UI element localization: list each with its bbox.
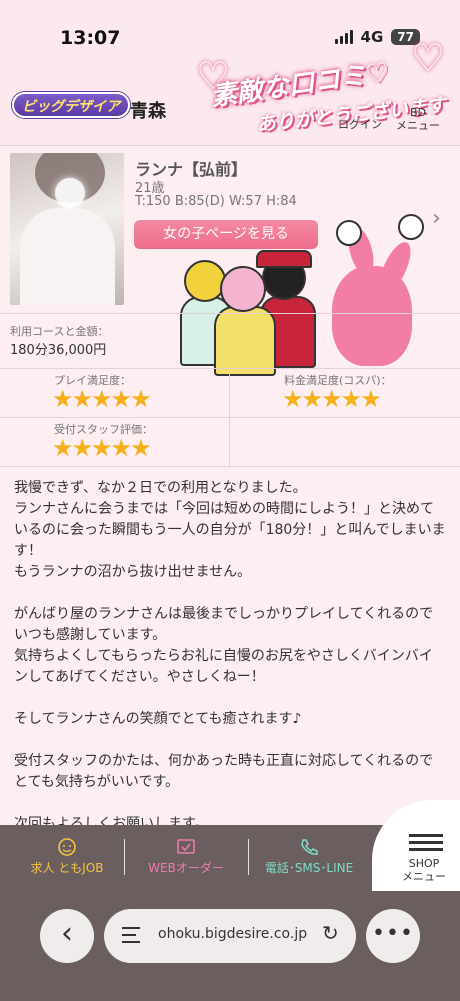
hamburger-icon [409, 834, 443, 855]
star-icons: ★★★★★ [282, 385, 382, 413]
heart-icon: ♡ [411, 36, 446, 80]
web-order-label: WEBオーダー [148, 861, 224, 875]
url-text: ohoku.bigdesire.co.jp [158, 926, 308, 942]
order-icon [177, 839, 195, 854]
region-label: 青森 [130, 101, 166, 122]
login-link[interactable]: ログイン [338, 116, 382, 132]
site-logo[interactable]: ビッグデザイア [12, 92, 130, 118]
phone-icon [301, 839, 318, 855]
status-time: 13:07 [60, 27, 121, 49]
reload-icon[interactable]: ↻ [322, 921, 339, 945]
page-icon [122, 927, 140, 943]
divider [0, 313, 460, 314]
course-label: 利用コースと金額： [10, 325, 109, 338]
more-button[interactable]: ••• [366, 909, 420, 963]
rating-staff: 受付スタッフ評価： ★★★★★ [0, 417, 230, 466]
contact-button[interactable]: 電話･SMS･LINE [254, 833, 364, 883]
web-order-button[interactable]: WEBオーダー [134, 833, 238, 883]
face-icon [58, 838, 76, 856]
star-icons: ★★★★★ [52, 385, 152, 413]
job-label: 求人 ともJOB [30, 861, 104, 875]
review-text: 我慢できず、なか２日での利用となりました。 ランナさんに会うまでは「今回は短めの… [14, 480, 446, 832]
review-card: ランナ【弘前】 21歳 T:150 B:85(D) W:57 H:84 女の子ペ… [0, 145, 460, 832]
job-button[interactable]: 求人 ともJOB [12, 833, 122, 883]
mascot-illustration [170, 214, 450, 376]
url-bar[interactable]: ohoku.bigdesire.co.jp ↻ [104, 909, 356, 963]
course-value: 180分36,000円 [10, 343, 107, 358]
star-icons: ★★★★★ [52, 434, 152, 462]
browser-toolbar: ‹ ohoku.bigdesire.co.jp ↻ ••• [0, 891, 460, 1001]
girl-photo[interactable] [10, 153, 124, 305]
rating-cost: 料金満足度(コスパ)： ★★★★★ [230, 368, 460, 417]
menu-bottom-label: メニュー [396, 119, 440, 132]
girl-size: T:150 B:85(D) W:57 H:84 [135, 194, 297, 209]
rating-play: プレイ満足度： ★★★★★ [0, 368, 230, 417]
contact-label: 電話･SMS･LINE [264, 861, 354, 875]
bd-menu-button[interactable]: BD メニュー [396, 106, 440, 132]
shop-menu-label: SHOP メニュー [402, 857, 446, 883]
ratings-grid: プレイ満足度： ★★★★★ 料金満足度(コスパ)： ★★★★★ 受付スタッフ評価… [0, 368, 460, 467]
menu-top-label: BD [409, 106, 427, 119]
site-header: ビッグデザイア 青森 ♡ ♡ 素敵な口コミ♡ ありがとうございます ログイン B… [0, 36, 460, 145]
back-button[interactable]: ‹ [40, 909, 94, 963]
